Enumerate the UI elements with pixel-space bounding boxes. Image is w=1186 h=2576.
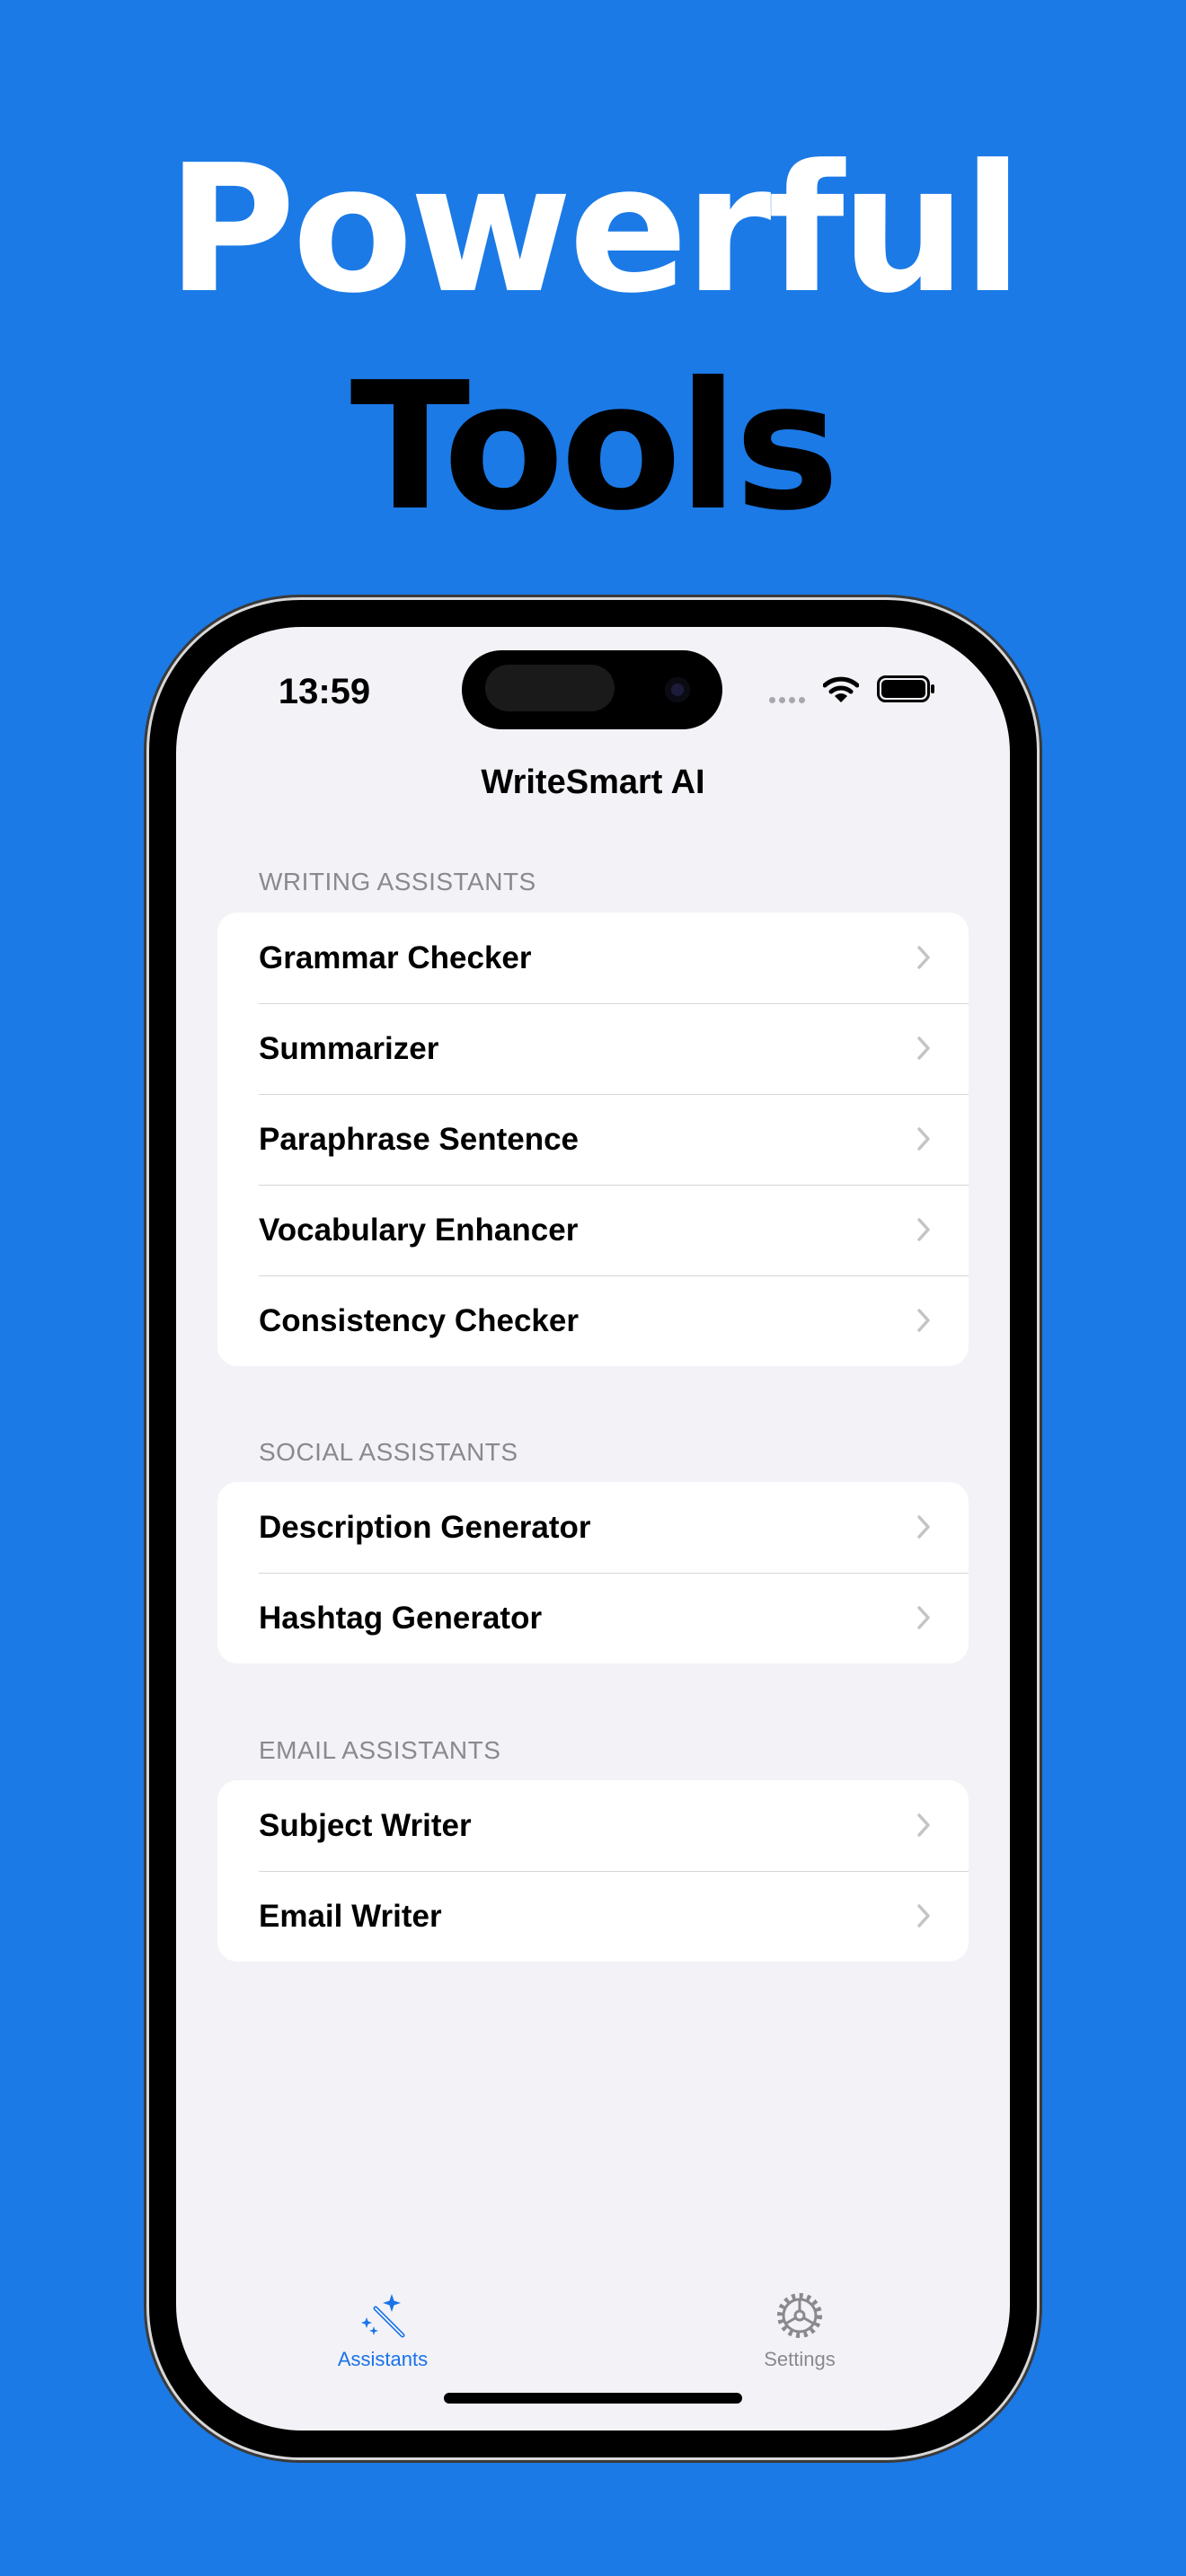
list-item-label: Paraphrase Sentence: [259, 1121, 580, 1157]
tab-settings[interactable]: Settings: [710, 2289, 890, 2371]
list-item-label: Description Generator: [259, 1509, 591, 1545]
status-time: 13:59: [278, 672, 371, 711]
front-camera-icon: [665, 677, 690, 702]
list-item-description-generator[interactable]: Description Generator: [217, 1482, 969, 1573]
list-item-label: Email Writer: [259, 1898, 442, 1934]
list-item-label: Summarizer: [259, 1030, 439, 1066]
list-item-subject-writer[interactable]: Subject Writer: [217, 1780, 969, 1871]
gear-icon: [777, 2293, 822, 2338]
chevron-right-icon: [917, 1309, 930, 1332]
phone-frame: 13:59 WriteSmart AI WRITING ASSISTANTS G…: [149, 600, 1037, 2457]
chevron-right-icon: [917, 946, 930, 969]
status-indicators: [769, 674, 949, 710]
list-item-hashtag-generator[interactable]: Hashtag Generator: [217, 1573, 969, 1663]
email-assistants-group: Subject Writer Email Writer: [217, 1780, 969, 1962]
list-item-consistency-checker[interactable]: Consistency Checker: [217, 1275, 969, 1366]
social-assistants-group: Description Generator Hashtag Generator: [217, 1482, 969, 1663]
chevron-right-icon: [917, 1515, 930, 1539]
cellular-signal-icon: [769, 692, 809, 708]
list-item-summarizer[interactable]: Summarizer: [217, 1003, 969, 1094]
nav-title: WriteSmart AI: [481, 763, 705, 801]
list-item-vocabulary-enhancer[interactable]: Vocabulary Enhancer: [217, 1185, 969, 1275]
list-item-label: Subject Writer: [259, 1807, 472, 1843]
chevron-right-icon: [917, 1127, 930, 1151]
chevron-right-icon: [917, 1606, 930, 1629]
list-item-paraphrase-sentence[interactable]: Paraphrase Sentence: [217, 1094, 969, 1185]
chevron-right-icon: [917, 1218, 930, 1241]
dynamic-island: [462, 650, 722, 729]
magic-wand-icon: [361, 2294, 405, 2338]
section-header-social: SOCIAL ASSISTANTS: [259, 1438, 518, 1466]
list-item-email-writer[interactable]: Email Writer: [217, 1871, 969, 1962]
phone-screen: 13:59 WriteSmart AI WRITING ASSISTANTS G…: [176, 627, 1010, 2430]
list-item-grammar-checker[interactable]: Grammar Checker: [217, 913, 969, 1003]
island-sensor: [485, 665, 615, 711]
battery-icon: [877, 675, 934, 702]
chevron-right-icon: [917, 1904, 930, 1928]
tab-assistants-label: Assistants: [337, 2348, 429, 2370]
tab-assistants[interactable]: Assistants: [293, 2289, 473, 2371]
home-indicator[interactable]: [444, 2393, 742, 2404]
list-item-label: Hashtag Generator: [259, 1600, 543, 1636]
list-item-label: Consistency Checker: [259, 1302, 579, 1338]
section-header-email: EMAIL ASSISTANTS: [259, 1736, 501, 1764]
list-item-label: Grammar Checker: [259, 940, 532, 975]
wifi-icon: [823, 676, 859, 702]
chevron-right-icon: [917, 1813, 930, 1837]
tab-settings-label: Settings: [764, 2348, 836, 2370]
headline-line-2: Tools: [350, 345, 840, 550]
list-item-label: Vocabulary Enhancer: [259, 1212, 579, 1248]
headline-line-1: Powerful: [166, 128, 1023, 332]
section-header-writing: WRITING ASSISTANTS: [259, 868, 536, 895]
chevron-right-icon: [917, 1037, 930, 1060]
writing-assistants-group: Grammar Checker Summarizer Paraphrase Se…: [217, 913, 969, 1366]
